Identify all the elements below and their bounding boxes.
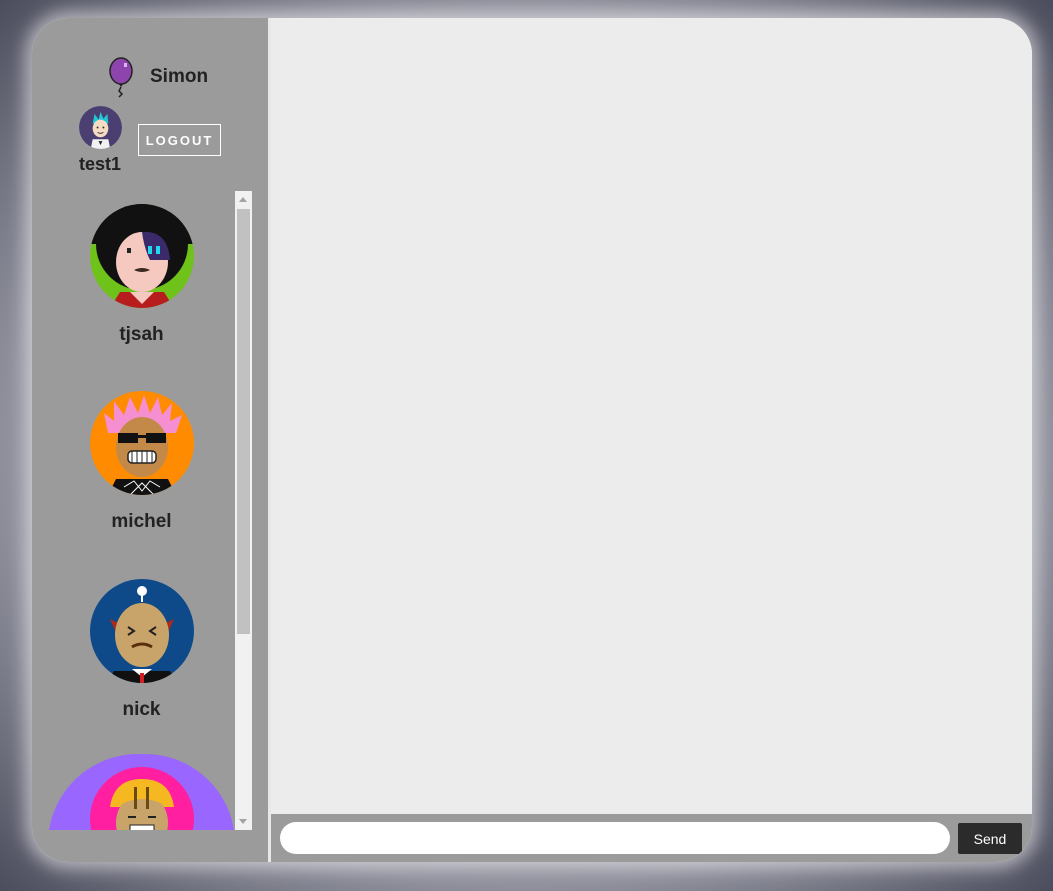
user-list: tjsah michel nick <box>48 191 235 830</box>
avatar <box>89 579 194 683</box>
send-button[interactable]: Send <box>958 823 1022 854</box>
user-item-selected[interactable] <box>48 754 235 830</box>
scroll-down-icon[interactable] <box>239 819 247 824</box>
logout-button[interactable]: LOGOUT <box>138 124 221 156</box>
sidebar: Simon test1 LOGOUT tjsah michel nick <box>32 18 268 862</box>
brand-name: Simon <box>150 66 209 87</box>
avatar <box>89 391 194 495</box>
avatar <box>89 767 194 830</box>
message-composer: Send <box>271 814 1032 862</box>
scroll-up-icon[interactable] <box>239 197 247 202</box>
chat-messages-area <box>271 18 1032 814</box>
user-item-michel[interactable]: michel <box>48 391 235 533</box>
chat-app: Simon test1 LOGOUT tjsah michel nick Sen… <box>32 18 1032 862</box>
user-list-scrollbar[interactable] <box>235 191 252 830</box>
scrollbar-thumb[interactable] <box>237 209 250 634</box>
user-name: nick <box>122 699 161 720</box>
balloon-icon <box>109 57 133 98</box>
brand: Simon <box>106 56 208 98</box>
current-user-name: test1 <box>79 154 122 174</box>
user-item-tjsah[interactable]: tjsah <box>48 204 235 346</box>
current-user-avatar <box>79 106 122 149</box>
user-item-nick[interactable]: nick <box>48 579 235 721</box>
user-name: michel <box>111 511 172 532</box>
avatar <box>89 204 194 308</box>
message-input[interactable] <box>280 822 950 854</box>
user-name: tjsah <box>119 324 164 345</box>
